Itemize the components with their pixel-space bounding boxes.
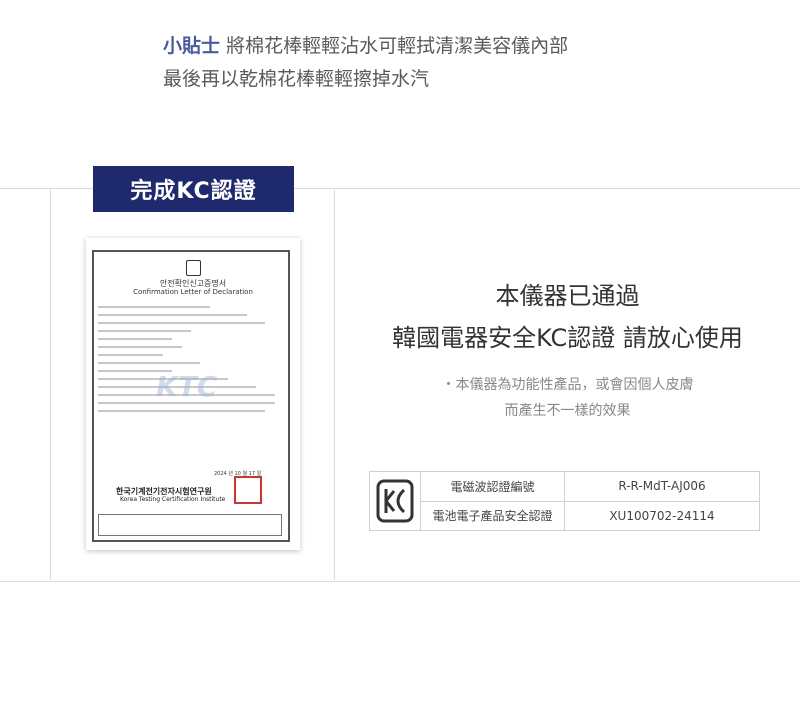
tip-text: 小貼士 將棉花棒輕輕沾水可輕拭清潔美容儀內部 最後再以乾棉花棒輕輕擦掉水汽 <box>163 30 568 96</box>
table-row: 電磁波認證編號 R-R-MdT-AJ006 <box>421 472 759 501</box>
panel-divider-left <box>50 188 51 580</box>
certification-table: 電磁波認證編號 R-R-MdT-AJ006 電池電子產品安全認證 XU10070… <box>369 471 760 531</box>
certificate-org-en: Korea Testing Certification Institute <box>120 496 226 503</box>
table-value: XU100702-24114 <box>609 508 715 523</box>
note-line-2: 而產生不一樣的效果 <box>504 403 631 419</box>
headline-line-2: 韓國電器安全KC認證 請放心使用 <box>392 324 743 352</box>
certificate-footer-box <box>98 514 282 536</box>
table-key: 電池電子產品安全認證 <box>421 501 565 530</box>
tip-line-1: 將棉花棒輕輕沾水可輕拭清潔美容儀內部 <box>226 35 569 57</box>
seal-icon <box>234 476 262 504</box>
certificate-watermark: KTC <box>156 370 218 403</box>
kc-logo-icon <box>370 472 421 530</box>
table-key: 電磁波認證編號 <box>421 472 565 501</box>
certificate-title-en: Confirmation Letter of Declaration <box>133 288 253 296</box>
tip-line-2: 最後再以乾棉花棒輕輕擦掉水汽 <box>163 68 430 90</box>
tip-label: 小貼士 <box>163 35 221 57</box>
note-line-1: ・本儀器為功能性產品，或會因個人皮膚 <box>441 377 694 393</box>
table-value: R-R-MdT-AJ006 <box>618 479 706 494</box>
kc-certified-badge: 完成KC認證 <box>93 166 294 212</box>
kc-mark-icon <box>186 260 201 276</box>
certificate-image: 안전확인신고증명서 Confirmation Letter of Declara… <box>86 238 300 550</box>
table-row: 電池電子產品安全認證 XU100702-24114 <box>421 500 759 530</box>
headline-line-1: 本儀器已通過 <box>495 282 640 310</box>
